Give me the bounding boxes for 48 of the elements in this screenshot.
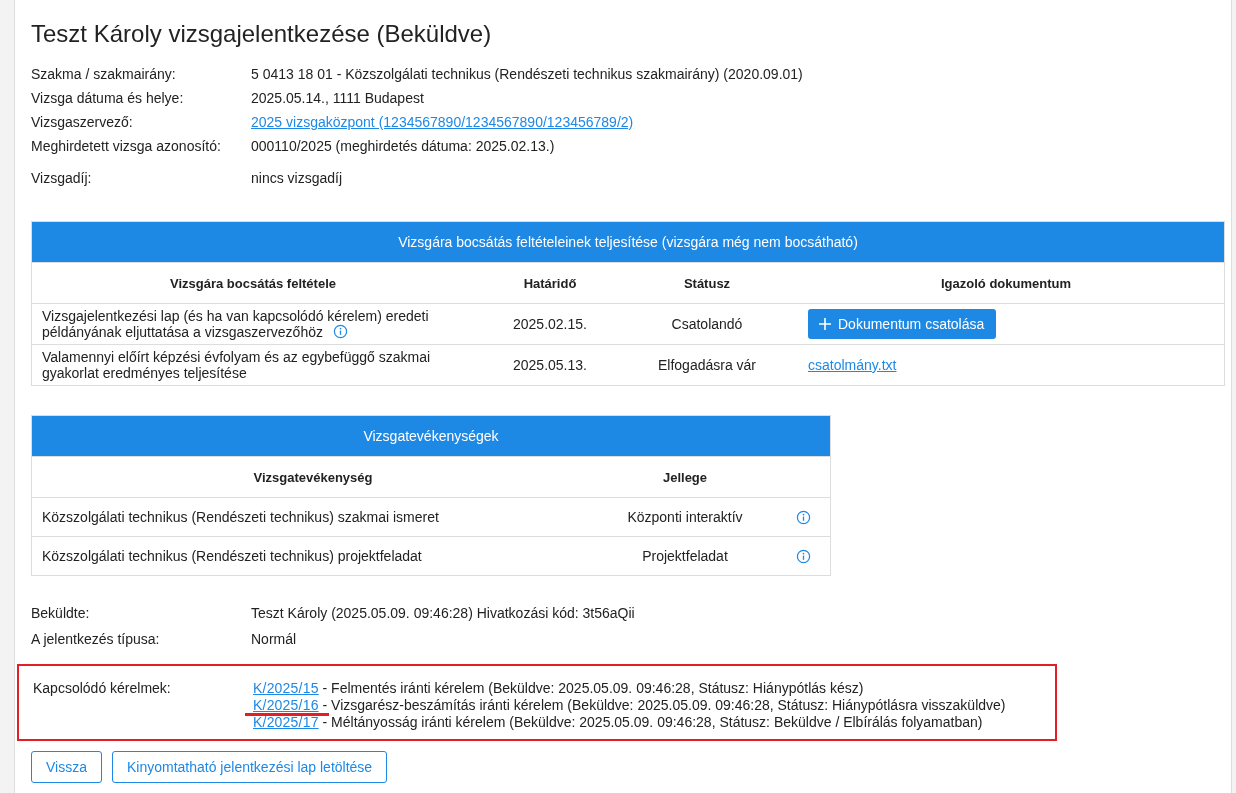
plus-icon: [818, 317, 832, 331]
column-header: Igazoló dokumentum: [788, 262, 1225, 304]
field-label: Beküldte:: [31, 605, 91, 621]
table-cell: Csatolandó: [626, 303, 788, 345]
field-label: Meghirdetett vizsga azonosító:: [31, 138, 222, 154]
request-description: - Felmentés iránti kérelem (Beküldve: 2025.05.09. 09:46:28, Státusz: Hiánypótlás kész): [321, 680, 864, 696]
column-header: Határidő: [474, 262, 626, 304]
download-button[interactable]: Kinyomtatható jelentkezési lap letöltése: [112, 751, 388, 783]
table-cell: Projektfeladat: [594, 536, 776, 576]
field-value: 000110/2025 (meghirdetés dátuma: 2025.02.13.): [251, 138, 555, 154]
info-icon[interactable]: [795, 510, 811, 526]
column-header: Vizsgatevékenység: [31, 456, 594, 498]
field-label: A jelentkezés típusa:: [31, 631, 161, 647]
table-cell: 2025.05.13.: [474, 344, 626, 386]
organizer-link[interactable]: 2025 vizsgaközpont (1234567890/1234567890/123456789/2): [251, 114, 634, 130]
table-cell: Közszolgálati technikus (Rendészeti technikus) szakmai ismeret: [31, 497, 594, 537]
field-value: 2025.05.14., 1111 Budapest: [251, 90, 424, 106]
field-label: Vizsgaszervező:: [31, 114, 134, 130]
field-value: Teszt Károly (2025.05.09. 09:46:28) Hivatkozási kód: 3t56aQii: [251, 605, 635, 621]
table-title: Vizsgára bocsátás feltételeinek teljesítése (vizsgára még nem bocsátható): [31, 221, 1225, 263]
field-label: Szakma / szakmairány:: [31, 66, 177, 82]
request-description: - Vizsgarész-beszámítás iránti kérelem (Beküldve: 2025.05.09. 09:46:28, Státusz: Hiánypótlásra visszaküldve): [321, 697, 1006, 713]
table-cell: Elfogadásra vár: [626, 344, 788, 386]
field-value: Normál: [251, 631, 297, 647]
table-cell: Közszolgálati technikus (Rendészeti technikus) projektfeladat: [31, 536, 594, 576]
attach-document-button[interactable]: Dokumentum csatolása: [808, 309, 997, 339]
table-cell: Valamennyi előírt képzési évfolyam és az egybefüggő szakmai gyakorlat eredményes teljesítése: [31, 344, 474, 386]
table-cell: Központi interaktív: [594, 497, 776, 537]
field-label: Vizsga dátuma és helye:: [31, 90, 185, 106]
column-header: Jellege: [594, 456, 776, 498]
column-header: Vizsgára bocsátás feltétele: [31, 262, 474, 304]
table-cell: Vizsgajelentkezési lap (és ha van kapcsolódó kérelem) eredeti példányának eljuttatása a vizsgaszervezőhöz: [31, 303, 474, 345]
back-button[interactable]: Vissza: [31, 751, 102, 783]
column-header: Státusz: [626, 262, 788, 304]
request-link[interactable]: K/2025/16: [253, 697, 319, 713]
info-icon[interactable]: [332, 324, 348, 339]
request-link[interactable]: K/2025/15: [253, 680, 319, 696]
request-link[interactable]: K/2025/17: [253, 714, 319, 730]
table-title: Vizsgatevékenységek: [31, 415, 831, 457]
request-description: - Méltányosság iránti kérelem (Beküldve: 2025.05.09. 09:46:28, Státusz: Beküldve / Elbírálás folyamatban): [321, 714, 983, 730]
field-value: 5 0413 18 01 - Közszolgálati technikus (Rendészeti technikus szakmairány) (2020.09.01): [251, 66, 803, 82]
info-icon[interactable]: [795, 549, 811, 565]
page-title: Teszt Károly vizsgajelentkezése (Beküldve): [31, 19, 493, 49]
attachment-link[interactable]: csatolmány.txt: [808, 357, 897, 373]
field-label: Kapcsolódó kérelmek:: [33, 680, 172, 698]
field-label: Vizsgadíj:: [31, 170, 93, 186]
table-cell: 2025.02.15.: [474, 303, 626, 345]
field-value: nincs vizsgadíj: [251, 170, 343, 186]
